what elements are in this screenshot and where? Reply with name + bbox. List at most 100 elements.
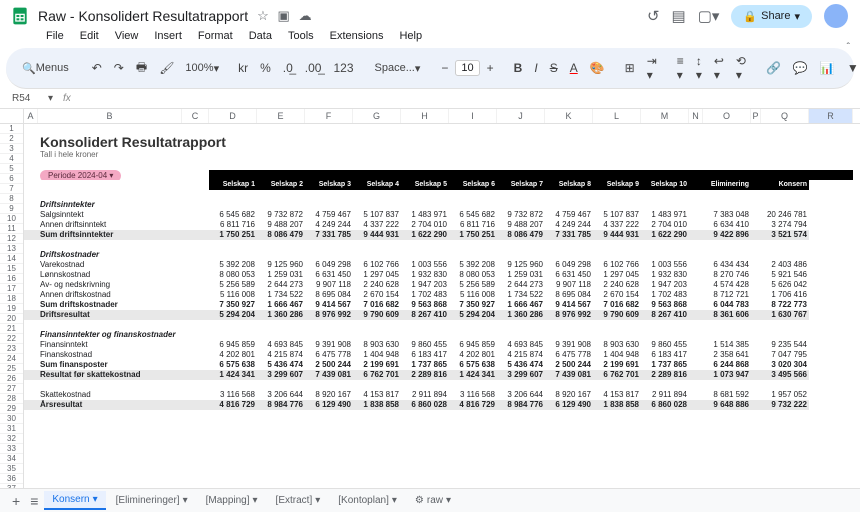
cell[interactable]: 1 706 416 bbox=[761, 290, 809, 300]
avatar[interactable] bbox=[824, 4, 848, 28]
row-header-14[interactable]: 14 bbox=[0, 254, 23, 264]
cell[interactable]: 4 816 729 bbox=[449, 400, 497, 410]
cell[interactable]: 5 256 589 bbox=[449, 280, 497, 290]
cell[interactable] bbox=[809, 420, 853, 430]
cell[interactable] bbox=[641, 330, 689, 340]
cell[interactable] bbox=[641, 470, 689, 480]
cell[interactable] bbox=[353, 450, 401, 460]
cell[interactable]: 4 759 467 bbox=[305, 210, 353, 220]
cell[interactable] bbox=[38, 190, 182, 200]
cell[interactable] bbox=[182, 320, 209, 330]
cell[interactable]: 4 693 845 bbox=[497, 340, 545, 350]
cell[interactable] bbox=[761, 410, 809, 420]
cell[interactable] bbox=[24, 470, 38, 480]
row-header-17[interactable]: 17 bbox=[0, 284, 23, 294]
col-header-L[interactable]: L bbox=[593, 109, 641, 123]
row-header-36[interactable]: 36 bbox=[0, 474, 23, 484]
cell[interactable] bbox=[497, 460, 545, 470]
cell[interactable] bbox=[703, 190, 751, 200]
name-box[interactable]: R54 bbox=[8, 91, 48, 106]
cell[interactable] bbox=[353, 410, 401, 420]
cell[interactable] bbox=[449, 410, 497, 420]
cell[interactable] bbox=[641, 410, 689, 420]
cell[interactable] bbox=[449, 240, 497, 250]
cell[interactable]: 1 702 483 bbox=[641, 290, 689, 300]
cell[interactable] bbox=[305, 240, 353, 250]
cell[interactable]: 6 475 778 bbox=[545, 350, 593, 360]
cell[interactable] bbox=[401, 330, 449, 340]
cell[interactable] bbox=[182, 300, 209, 310]
cell[interactable] bbox=[353, 330, 401, 340]
cell[interactable] bbox=[24, 390, 38, 400]
cell[interactable]: Selskap 1 bbox=[209, 180, 257, 190]
chevron-down-icon[interactable]: ▾ bbox=[315, 495, 320, 506]
cell[interactable]: 4 202 801 bbox=[209, 350, 257, 360]
collapse-toolbar-icon[interactable]: ˆ bbox=[847, 42, 850, 53]
cell[interactable]: 4 249 244 bbox=[305, 220, 353, 230]
cell[interactable] bbox=[24, 340, 38, 350]
cell[interactable]: 8 080 053 bbox=[209, 270, 257, 280]
cell[interactable] bbox=[809, 124, 853, 134]
col-header-H[interactable]: H bbox=[401, 109, 449, 123]
bold-button[interactable]: B bbox=[509, 58, 528, 78]
cell[interactable] bbox=[497, 410, 545, 420]
cell[interactable] bbox=[545, 320, 593, 330]
valign-button[interactable]: ↕ ▾ bbox=[691, 51, 707, 85]
sheet-tab-konsern[interactable]: Konsern▾ bbox=[44, 491, 105, 510]
namebox-dropdown-icon[interactable]: ▾ bbox=[48, 93, 53, 104]
cell[interactable] bbox=[545, 170, 593, 180]
cell[interactable] bbox=[751, 170, 761, 180]
cell[interactable]: 9 563 868 bbox=[641, 300, 689, 310]
cell[interactable]: 9 732 872 bbox=[497, 210, 545, 220]
document-title[interactable]: Raw - Konsolidert Resultatrapport bbox=[38, 8, 248, 24]
col-header-E[interactable]: E bbox=[257, 109, 305, 123]
cell[interactable] bbox=[401, 440, 449, 450]
cell[interactable] bbox=[401, 420, 449, 430]
cell[interactable] bbox=[449, 380, 497, 390]
cell[interactable] bbox=[209, 420, 257, 430]
cell[interactable] bbox=[751, 440, 761, 450]
cell[interactable] bbox=[689, 350, 703, 360]
cell[interactable] bbox=[689, 160, 703, 170]
cell[interactable] bbox=[182, 280, 209, 290]
cell[interactable] bbox=[305, 420, 353, 430]
cell[interactable] bbox=[809, 190, 853, 200]
cell[interactable]: 3 116 568 bbox=[449, 390, 497, 400]
cell[interactable] bbox=[24, 250, 38, 260]
cell[interactable]: 6 811 716 bbox=[209, 220, 257, 230]
print-button[interactable]: 🖶 bbox=[131, 55, 152, 82]
cell[interactable] bbox=[305, 250, 353, 260]
cell[interactable] bbox=[593, 470, 641, 480]
cell[interactable] bbox=[182, 160, 209, 170]
cell[interactable]: 6 183 417 bbox=[401, 350, 449, 360]
cell[interactable] bbox=[689, 420, 703, 430]
row-header-16[interactable]: 16 bbox=[0, 274, 23, 284]
cell[interactable] bbox=[497, 190, 545, 200]
cell[interactable] bbox=[703, 430, 751, 440]
cell[interactable] bbox=[761, 320, 809, 330]
row-header-2[interactable]: 2 bbox=[0, 134, 23, 144]
cell[interactable] bbox=[545, 124, 593, 134]
cell[interactable] bbox=[703, 460, 751, 470]
cell[interactable]: 3 299 607 bbox=[257, 370, 305, 380]
cell[interactable] bbox=[305, 440, 353, 450]
cell[interactable] bbox=[497, 440, 545, 450]
cell[interactable]: 1 424 341 bbox=[449, 370, 497, 380]
col-header-M[interactable]: M bbox=[641, 109, 689, 123]
cell[interactable] bbox=[689, 440, 703, 450]
cell[interactable]: 9 391 908 bbox=[545, 340, 593, 350]
merge-button[interactable]: ⇥ ▾ bbox=[642, 51, 662, 85]
cell[interactable] bbox=[593, 170, 641, 180]
cell[interactable]: 1 483 971 bbox=[401, 210, 449, 220]
row-header-11[interactable]: 11 bbox=[0, 224, 23, 234]
cell[interactable] bbox=[257, 460, 305, 470]
cell[interactable] bbox=[761, 160, 809, 170]
row-header-8[interactable]: 8 bbox=[0, 194, 23, 204]
cell[interactable] bbox=[182, 350, 209, 360]
cell[interactable]: 8 903 630 bbox=[353, 340, 401, 350]
cell[interactable] bbox=[751, 280, 761, 290]
cell[interactable]: 6 129 490 bbox=[545, 400, 593, 410]
cell[interactable]: 1 947 203 bbox=[641, 280, 689, 290]
cell[interactable]: Selskap 3 bbox=[305, 180, 353, 190]
cell[interactable] bbox=[809, 240, 853, 250]
